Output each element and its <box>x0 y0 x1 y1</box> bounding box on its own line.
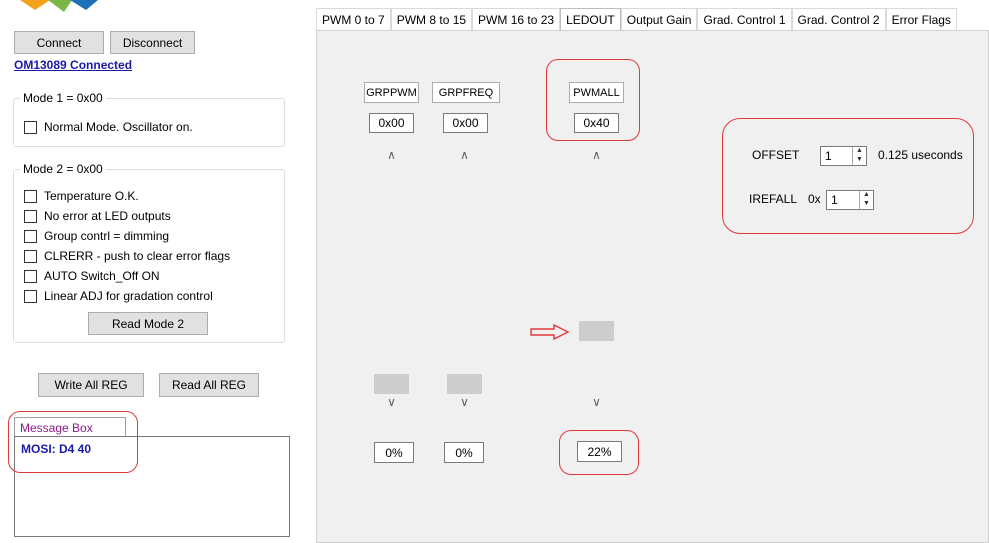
tab-strip: PWM 0 to 7 PWM 8 to 15 PWM 16 to 23 LEDO… <box>316 8 989 30</box>
grppwm-percent-field[interactable]: 0% <box>374 442 414 463</box>
connection-status[interactable]: OM13089 Connected <box>14 58 132 72</box>
mode2-label-1: No error at LED outputs <box>44 209 171 223</box>
message-box-highlight <box>8 411 138 473</box>
pwmall-down-arrow[interactable]: ∨ <box>579 395 614 409</box>
grpfreq-down-arrow[interactable]: ∨ <box>447 395 482 409</box>
grpfreq-slider[interactable]: ∧ ∨ <box>447 144 482 414</box>
read-all-reg-button[interactable]: Read All REG <box>159 373 259 397</box>
write-all-reg-button[interactable]: Write All REG <box>38 373 144 397</box>
mode2-checkbox-4[interactable] <box>24 270 37 283</box>
pwmall-highlight <box>546 59 640 141</box>
pwmall-percent-highlight <box>559 430 639 475</box>
mode1-title: Mode 1 = 0x00 <box>20 91 106 105</box>
mode2-checkbox-0[interactable] <box>24 190 37 203</box>
grppwm-slider[interactable]: ∧ ∨ <box>374 144 409 414</box>
grppwm-header: GRPPWM <box>364 82 419 103</box>
mode2-title: Mode 2 = 0x00 <box>20 162 106 176</box>
mode1-checkbox-0[interactable] <box>24 121 37 134</box>
tab-content-panel <box>316 30 989 543</box>
mode2-checkbox-1[interactable] <box>24 210 37 223</box>
mode2-checkbox-2[interactable] <box>24 230 37 243</box>
disconnect-button[interactable]: Disconnect <box>110 31 195 54</box>
pwmall-up-arrow[interactable]: ∧ <box>579 148 614 162</box>
pwmall-slider[interactable]: ∧ ∨ <box>579 144 614 414</box>
tab-error-flags[interactable]: Error Flags <box>885 8 957 30</box>
mode2-label-5: Linear ADJ for gradation control <box>44 289 213 303</box>
grpfreq-slider-thumb[interactable] <box>447 374 482 394</box>
grpfreq-up-arrow[interactable]: ∧ <box>447 148 482 162</box>
connect-button[interactable]: Connect <box>14 31 104 54</box>
grpfreq-header: GRPFREQ <box>432 82 500 103</box>
read-mode2-button[interactable]: Read Mode 2 <box>88 312 208 335</box>
pwmall-slider-thumb[interactable] <box>579 321 614 341</box>
app-logo <box>20 0 100 14</box>
pointer-arrow-icon <box>530 323 570 341</box>
tab-ledout[interactable]: LEDOUT <box>560 8 621 30</box>
grpfreq-percent-field[interactable]: 0% <box>444 442 484 463</box>
mode2-label-2: Group contrl = dimming <box>44 229 170 243</box>
tab-pwm-0-7[interactable]: PWM 0 to 7 <box>316 8 391 30</box>
mode2-checkbox-5[interactable] <box>24 290 37 303</box>
grppwm-hex-field[interactable]: 0x00 <box>369 113 414 133</box>
tab-grad-control-2[interactable]: Grad. Control 2 <box>791 8 886 30</box>
mode2-label-0: Temperature O.K. <box>44 189 139 203</box>
grppwm-down-arrow[interactable]: ∨ <box>374 395 409 409</box>
grppwm-up-arrow[interactable]: ∧ <box>374 148 409 162</box>
mode1-label-0: Normal Mode. Oscillator on. <box>44 120 193 134</box>
grpfreq-hex-field[interactable]: 0x00 <box>443 113 488 133</box>
mode2-checkbox-3[interactable] <box>24 250 37 263</box>
grppwm-slider-thumb[interactable] <box>374 374 409 394</box>
tab-output-gain[interactable]: Output Gain <box>620 8 698 30</box>
mode2-label-3: CLRERR - push to clear error flags <box>44 249 231 263</box>
tab-grad-control-1[interactable]: Grad. Control 1 <box>697 8 792 30</box>
tab-pwm-16-23[interactable]: PWM 16 to 23 <box>472 8 561 30</box>
offset-irefall-highlight <box>722 118 974 234</box>
mode2-label-4: AUTO Switch_Off ON <box>44 269 160 283</box>
tab-pwm-8-15[interactable]: PWM 8 to 15 <box>390 8 473 30</box>
